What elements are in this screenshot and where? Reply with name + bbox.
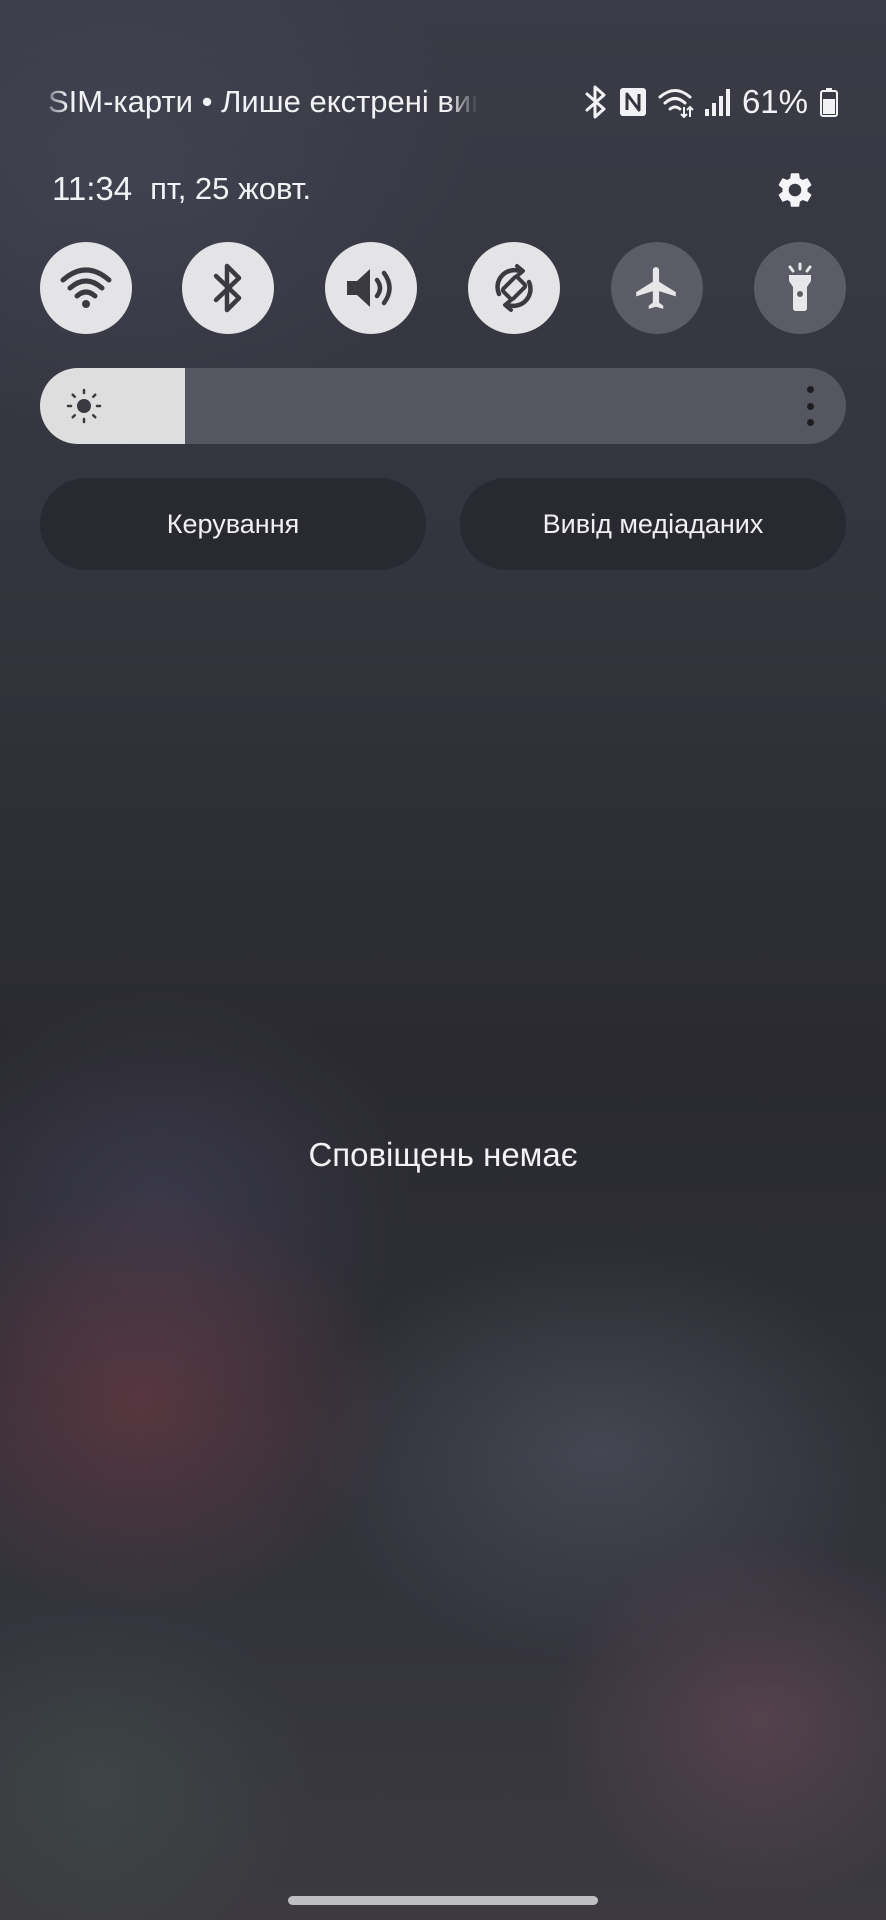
date[interactable]: пт, 25 жовт. xyxy=(150,171,311,207)
nfc-icon xyxy=(619,88,646,116)
wifi-icon xyxy=(60,267,112,308)
sun-icon xyxy=(66,388,102,424)
date-time-row: 11:34 пт, 25 жовт. xyxy=(52,166,311,212)
media-output-label: Вивід медіаданих xyxy=(542,508,764,539)
more-vert-icon[interactable] xyxy=(802,386,818,426)
rotate-icon xyxy=(495,264,533,312)
device-controls-label: Керування xyxy=(166,508,300,539)
signal-icon xyxy=(704,89,730,116)
home-indicator[interactable] xyxy=(288,1896,598,1905)
gear-icon xyxy=(778,173,812,207)
bluetooth-icon xyxy=(585,85,606,119)
brightness-slider[interactable] xyxy=(40,368,846,444)
clock[interactable]: 11:34 xyxy=(52,170,132,208)
auto-rotate-toggle[interactable] xyxy=(468,242,560,334)
brightness-level-fill[interactable] xyxy=(40,368,186,444)
status-icons: 61% xyxy=(584,80,838,124)
wifi-toggle[interactable] xyxy=(40,242,132,334)
flashlight-toggle[interactable] xyxy=(754,242,846,334)
bluetooth-icon xyxy=(213,263,242,313)
status-bar: SIM-карти • Лише екстрені виклики 61% xyxy=(0,76,886,124)
carrier-status-text: SIM-карти • Лише екстрені виклики xyxy=(48,84,478,119)
wifi-calling-icon xyxy=(658,89,694,119)
flashlight-icon xyxy=(788,262,812,311)
volume-icon xyxy=(347,269,392,307)
battery-icon xyxy=(820,88,838,117)
airplane-mode-toggle[interactable] xyxy=(611,242,703,334)
airplane-icon xyxy=(636,267,676,309)
bluetooth-toggle[interactable] xyxy=(182,242,274,334)
sound-toggle[interactable] xyxy=(325,242,417,334)
battery-percent: 61% xyxy=(741,83,808,120)
device-controls-button[interactable]: Керування xyxy=(40,478,426,570)
no-notifications-text: Сповіщень немає xyxy=(308,1136,578,1173)
quick-settings-row xyxy=(40,242,846,334)
settings-button[interactable] xyxy=(770,165,820,215)
media-output-button[interactable]: Вивід медіаданих xyxy=(460,478,846,570)
